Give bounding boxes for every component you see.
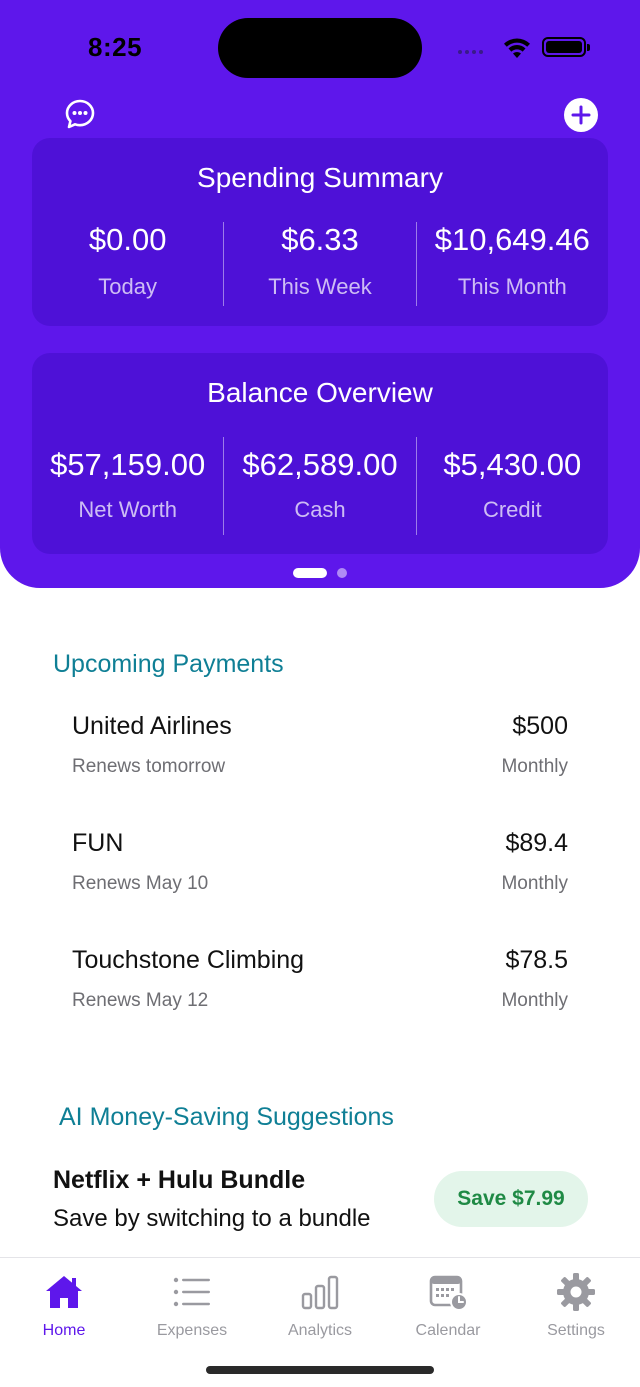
tab-home[interactable]: Home	[0, 1272, 128, 1340]
stat-label: Cash	[294, 497, 346, 522]
payment-row[interactable]: FUN $89.4 Renews May 10 Monthly	[72, 827, 568, 944]
wifi-icon	[504, 38, 530, 58]
stat-label: Credit	[482, 497, 542, 522]
suggestion-description: Save by switching to a bundle	[53, 1205, 371, 1232]
balance-overview-title: Balance Overview	[207, 377, 433, 408]
page-dot-active[interactable]	[293, 568, 327, 578]
page-dot[interactable]	[337, 568, 347, 578]
suggestion-name: Netflix + Hulu Bundle	[53, 1166, 306, 1194]
stat-this-month: $10,649.46 This Month	[415, 222, 608, 306]
stat-today: $0.00 Today	[32, 222, 223, 306]
calendar-icon	[429, 1275, 468, 1311]
stat-value: $10,649.46	[434, 222, 590, 257]
balance-overview-card[interactable]: Balance Overview $57,159.00 Net Worth $6…	[32, 353, 608, 554]
stat-value: $57,159.00	[50, 447, 206, 482]
list-icon	[173, 1277, 210, 1307]
upcoming-payments-title: Upcoming Payments	[53, 650, 284, 678]
stat-value: $5,430.00	[443, 447, 582, 482]
stat-cash: $62,589.00 Cash	[223, 437, 415, 535]
upcoming-payments-list: United Airlines $500 Renews tomorrow Mon…	[72, 710, 568, 1061]
dynamic-island	[218, 18, 422, 78]
home-indicator[interactable]	[206, 1366, 434, 1374]
add-button[interactable]	[564, 98, 598, 132]
payment-frequency: Monthly	[501, 873, 568, 894]
payment-amount: $78.5	[505, 946, 568, 974]
payment-name: United Airlines	[72, 712, 232, 740]
home-icon	[46, 1276, 82, 1308]
payment-amount: $500	[512, 712, 568, 740]
stat-value: $0.00	[88, 222, 167, 257]
cellular-signal-icon	[458, 50, 483, 54]
payment-frequency: Monthly	[501, 756, 568, 777]
stat-credit: $5,430.00 Credit	[415, 437, 608, 535]
stat-net-worth: $57,159.00 Net Worth	[32, 437, 223, 535]
ai-suggestions-title: AI Money-Saving Suggestions	[59, 1103, 394, 1131]
stat-label: Today	[98, 274, 158, 299]
gear-icon	[557, 1273, 595, 1311]
payment-renews: Renews May 12	[72, 990, 209, 1011]
payment-amount: $89.4	[505, 829, 568, 857]
payment-name: Touchstone Climbing	[72, 946, 305, 974]
stat-value: $62,589.00	[242, 447, 398, 482]
status-time: 8:25	[88, 32, 143, 62]
payment-row[interactable]: United Airlines $500 Renews tomorrow Mon…	[72, 710, 568, 827]
tab-label: Expenses	[156, 1322, 228, 1339]
tab-settings[interactable]: Settings	[512, 1272, 640, 1340]
tab-label: Analytics	[287, 1322, 353, 1339]
plus-icon	[571, 105, 591, 125]
bar-chart-icon	[301, 1275, 339, 1310]
tab-label: Home	[42, 1322, 86, 1339]
payment-name: FUN	[72, 829, 124, 857]
payment-renews: Renews May 10	[72, 873, 209, 894]
tab-expenses[interactable]: Expenses	[128, 1272, 256, 1340]
spending-summary-title: Spending Summary	[197, 162, 443, 193]
payment-row[interactable]: Touchstone Climbing $78.5 Renews May 12 …	[72, 944, 568, 1061]
tab-label: Calendar	[415, 1322, 481, 1339]
payment-renews: Renews tomorrow	[72, 756, 226, 777]
payment-frequency: Monthly	[501, 990, 568, 1011]
battery-icon	[542, 37, 590, 57]
stat-this-week: $6.33 This Week	[223, 222, 415, 306]
tab-analytics[interactable]: Analytics	[256, 1272, 384, 1340]
tab-label: Settings	[547, 1322, 605, 1339]
stat-value: $6.33	[281, 222, 359, 257]
spending-summary-card[interactable]: Spending Summary $0.00 Today $6.33 This …	[32, 138, 608, 326]
page-indicator[interactable]	[0, 568, 640, 578]
chat-bubble-icon[interactable]	[64, 98, 96, 130]
tab-calendar[interactable]: Calendar	[384, 1272, 512, 1340]
stat-label: This Month	[457, 274, 567, 299]
stat-label: Net Worth	[78, 497, 177, 522]
header-panel: 8:25 Spending Summary $0.00 Today $6.33 …	[0, 0, 640, 588]
save-button[interactable]: Save $7.99	[434, 1171, 588, 1227]
stat-label: This Week	[268, 274, 372, 299]
